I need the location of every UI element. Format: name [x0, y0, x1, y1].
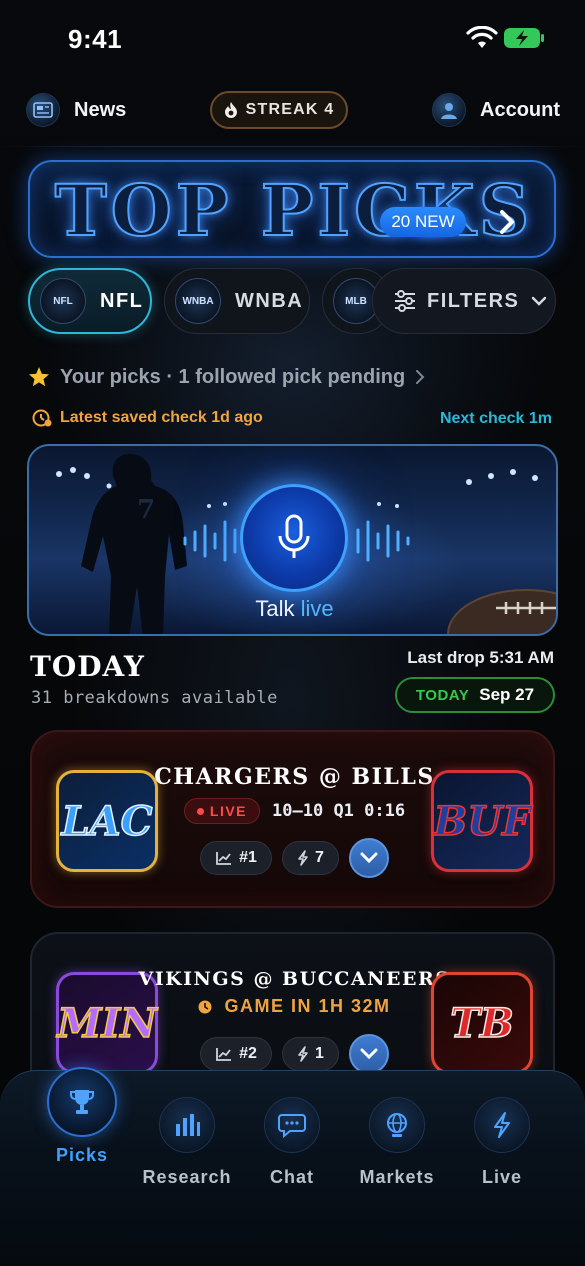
trend-chart-icon: [216, 852, 232, 865]
newspaper-icon: [26, 93, 60, 127]
star-icon: [29, 367, 49, 387]
edge-value: 1: [314, 1045, 324, 1062]
tab-research-label: Research: [142, 1167, 232, 1187]
rank-pill[interactable]: #2: [200, 1037, 272, 1071]
lightning-icon: [474, 1097, 530, 1153]
bar-chart-icon: [159, 1097, 215, 1153]
talk-live-card[interactable]: 7 Talk live: [27, 444, 558, 636]
battery-charging-icon: [504, 28, 544, 48]
top-picks-banner[interactable]: TOP PICKS 20 NEW: [28, 160, 556, 258]
chevron-right-icon: [500, 210, 514, 234]
audio-wave-right: [356, 520, 410, 562]
last-drop-time: Last drop 5:31 AM: [407, 648, 554, 667]
team-logo-tb: TB: [431, 972, 533, 1074]
rank-value: #1: [239, 849, 257, 866]
edge-value: 7: [314, 849, 324, 866]
chevron-down-icon: [532, 296, 547, 306]
your-picks-text: Your picks · 1 followed pick pending: [60, 365, 406, 388]
expand-button[interactable]: [348, 838, 389, 878]
lightning-icon: [298, 850, 308, 866]
sliders-icon: [395, 290, 415, 312]
account-button[interactable]: Account: [432, 90, 560, 130]
wifi-icon: [466, 26, 498, 48]
live-label: LIVE: [209, 803, 248, 819]
microphone-button[interactable]: [240, 484, 348, 592]
tab-live-label: Live: [481, 1167, 523, 1187]
tab-markets[interactable]: Markets: [342, 1071, 452, 1201]
date-selector[interactable]: TODAY Sep 27: [395, 677, 555, 713]
clock-alert-icon: [32, 409, 52, 427]
tab-picks-label: Picks: [55, 1145, 109, 1165]
bottom-tab-bar: Picks Research Chat Markets Live: [0, 1067, 585, 1266]
chip-wnba-label: WNBA: [235, 289, 304, 312]
jersey-number: 7: [137, 495, 155, 525]
header-divider: [0, 146, 585, 147]
live-dot: [196, 807, 204, 815]
trend-chart-icon: [216, 1048, 232, 1061]
filters-button[interactable]: FILTERS: [372, 268, 556, 334]
account-label: Account: [480, 98, 560, 121]
clock-icon: [198, 1000, 212, 1013]
league-filter-bar: NFL NFL WNBA WNBA MLB FILTERS: [0, 268, 585, 334]
top-header: News STREAK 4 Account: [0, 84, 585, 138]
talk-live-caption: Talk live: [29, 596, 556, 622]
nfl-logo-icon: NFL: [40, 278, 86, 324]
chevron-down-icon: [360, 852, 378, 864]
your-picks-link[interactable]: Your picks · 1 followed pick pending: [28, 362, 425, 392]
flame-icon: [224, 102, 237, 118]
user-avatar-icon: [432, 93, 466, 127]
check-status-row: Latest saved check 1d ago Next check 1m: [32, 408, 552, 434]
tab-chat[interactable]: Chat: [237, 1071, 347, 1201]
latest-check: Latest saved check 1d ago: [32, 408, 263, 428]
globe-icon: [369, 1097, 425, 1153]
date-tag: TODAY: [415, 686, 470, 704]
breakdowns-count: 31 breakdowns available: [31, 688, 278, 708]
live-badge: LIVE: [183, 798, 261, 824]
news-button[interactable]: News: [26, 90, 126, 130]
news-label: News: [74, 98, 127, 121]
latest-check-text: Latest saved check 1d ago: [60, 409, 263, 426]
status-time: 9:41: [68, 24, 123, 54]
microphone-icon: [278, 514, 310, 558]
expand-button[interactable]: [348, 1034, 389, 1074]
top-picks-title: TOP PICKS: [54, 168, 534, 253]
tab-live[interactable]: Live: [447, 1071, 557, 1201]
game-start-countdown: GAME IN 1H 32M: [224, 996, 391, 1016]
rank-pill[interactable]: #1: [200, 841, 272, 875]
status-bar: 9:41: [0, 0, 585, 80]
team-logo-buf: BUF: [431, 770, 533, 872]
tab-picks[interactable]: Picks: [27, 1067, 137, 1201]
rank-value: #2: [239, 1045, 257, 1062]
next-check-text: Next check 1m: [439, 410, 552, 427]
streak-badge[interactable]: STREAK 4: [210, 91, 348, 129]
wnba-logo-icon: WNBA: [175, 278, 221, 324]
chip-wnba[interactable]: WNBA WNBA: [164, 268, 310, 334]
chip-nfl-label: NFL: [100, 289, 144, 312]
score-clock: 10–10 Q1 0:16: [272, 801, 406, 821]
today-heading: TODAY: [30, 650, 145, 683]
talk-live-highlight: live: [300, 596, 334, 621]
filters-label: FILTERS: [427, 289, 520, 312]
lightning-icon: [298, 1046, 308, 1062]
talk-live-prefix: Talk: [255, 596, 295, 621]
edge-pill[interactable]: 7: [281, 841, 339, 875]
chevron-right-icon: [416, 370, 425, 384]
streak-label: STREAK 4: [245, 101, 335, 118]
edge-pill[interactable]: 1: [281, 1037, 339, 1071]
date-value: Sep 27: [479, 685, 535, 704]
new-count-badge: 20 NEW: [380, 207, 466, 237]
trophy-icon: [47, 1067, 117, 1137]
game-card[interactable]: LAC CHARGERS @ BILLS LIVE 10–10 Q1 0:16 …: [30, 730, 555, 908]
chip-nfl[interactable]: NFL NFL: [28, 268, 152, 334]
tab-research[interactable]: Research: [132, 1071, 242, 1201]
tab-markets-label: Markets: [359, 1167, 435, 1187]
tab-chat-label: Chat: [270, 1167, 314, 1187]
audio-wave-left: [183, 520, 237, 562]
chat-bubble-icon: [264, 1097, 320, 1153]
chevron-down-icon: [360, 1048, 378, 1060]
